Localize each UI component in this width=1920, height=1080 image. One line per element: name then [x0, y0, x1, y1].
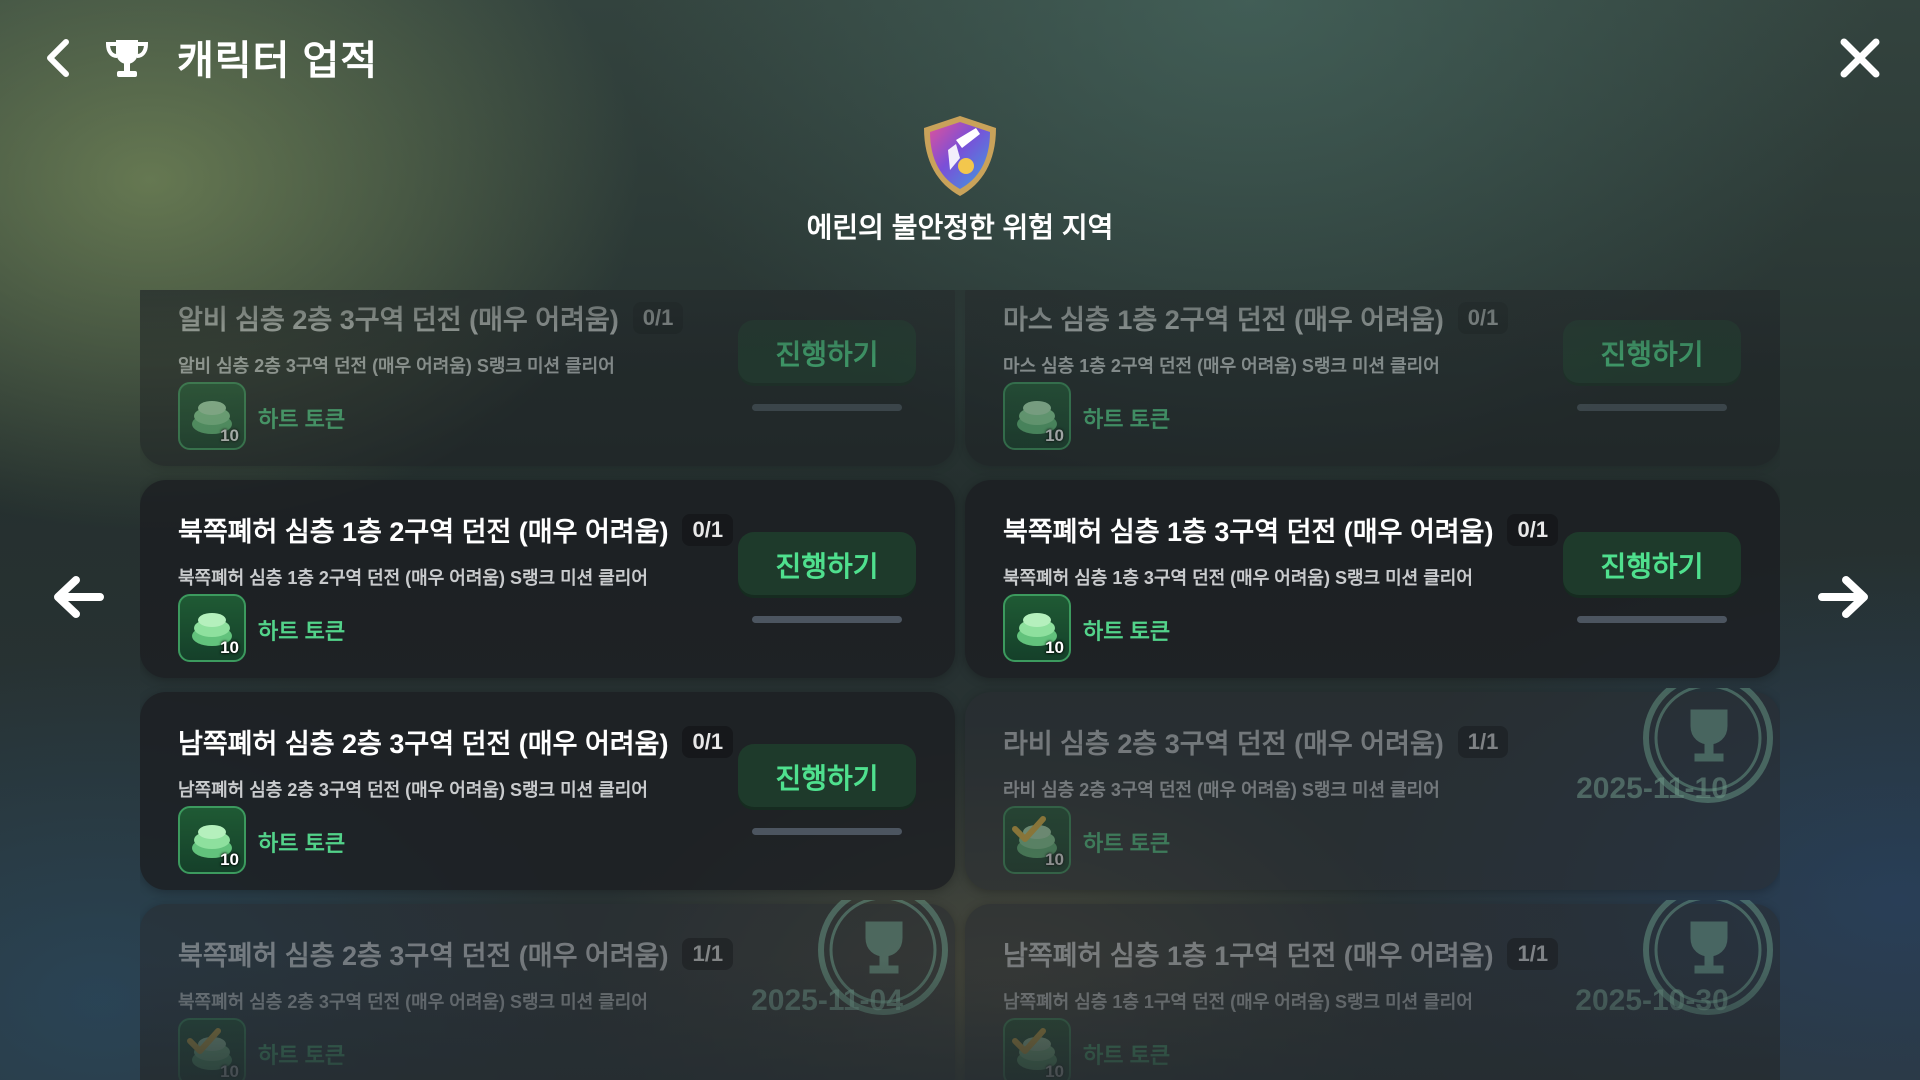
progress-bar — [1577, 616, 1727, 623]
achievement-title: 라비 심층 2층 3구역 던전 (매우 어려움) — [1003, 729, 1444, 759]
completed-stamp-icon — [818, 900, 948, 1015]
completed-date: 2025-11-10 — [1576, 772, 1728, 805]
achievement-title: 남쪽폐허 심층 2층 3구역 던전 (매우 어려움) — [178, 729, 669, 759]
heart-token-icon: 10 — [178, 382, 246, 450]
heart-token-icon: 10 — [1003, 382, 1071, 450]
achievement-title-row: 라비 심층 2층 3구역 던전 (매우 어려움) 1/1 — [1003, 722, 1509, 761]
next-page-button[interactable] — [1816, 574, 1872, 620]
achievement-desc: 북쪽폐허 심층 1층 3구역 던전 (매우 어려움) S랭크 미션 클리어 — [1003, 568, 1473, 588]
achievement-title: 북쪽폐허 심층 1층 3구역 던전 (매우 어려움) — [1003, 517, 1494, 547]
back-button[interactable] — [38, 36, 78, 80]
top-bar: 캐릭터 업적 — [0, 0, 1920, 120]
heart-token-icon: 10 — [178, 594, 246, 662]
reward-quantity: 10 — [1045, 638, 1064, 657]
reward-quantity: 10 — [220, 1062, 239, 1080]
close-button[interactable] — [1838, 36, 1882, 80]
reward-name: 하트 토큰 — [1083, 619, 1171, 644]
achievement-count: 0/1 — [682, 725, 734, 758]
completed-stamp-icon — [1643, 688, 1773, 803]
achievement-count: 0/1 — [1507, 513, 1559, 546]
reward-name: 하트 토큰 — [258, 619, 346, 644]
heart-token-icon: 10 — [1003, 1018, 1071, 1080]
achievement-count: 0/1 — [682, 513, 734, 546]
achievement-title: 마스 심층 1층 2구역 던전 (매우 어려움) — [1003, 305, 1444, 335]
heart-token-icon: 10 — [1003, 594, 1071, 662]
check-icon — [1012, 816, 1046, 842]
achievement-card-completed: 북쪽폐허 심층 2층 3구역 던전 (매우 어려움) 1/1 북쪽폐허 심층 2… — [140, 900, 955, 1080]
achievement-title-row: 마스 심층 1층 2구역 던전 (매우 어려움) 0/1 — [1003, 298, 1509, 337]
achievement-list[interactable]: 알비 심층 2층 3구역 던전 (매우 어려움) 0/1 알비 심층 2층 3구… — [140, 290, 1780, 1080]
proceed-button[interactable]: 진행하기 — [1563, 320, 1741, 386]
region-title: 에린의 불안정한 위험 지역 — [806, 212, 1114, 243]
proceed-button[interactable]: 진행하기 — [1563, 532, 1741, 598]
reward-quantity: 10 — [1045, 1062, 1064, 1080]
achievement-count: 0/1 — [632, 301, 684, 334]
reward-quantity: 10 — [220, 850, 239, 869]
heart-token-icon: 10 — [178, 1018, 246, 1080]
reward-quantity: 10 — [220, 426, 239, 445]
achievement-count: 0/1 — [1457, 301, 1509, 334]
proceed-button[interactable]: 진행하기 — [738, 532, 916, 598]
progress-bar — [752, 404, 902, 411]
achievement-title: 알비 심층 2층 3구역 던전 (매우 어려움) — [178, 305, 619, 335]
reward-quantity: 10 — [1045, 850, 1064, 869]
achievement-desc: 알비 심층 2층 3구역 던전 (매우 어려움) S랭크 미션 클리어 — [178, 356, 615, 376]
reward-quantity: 10 — [220, 638, 239, 657]
achievement-desc: 북쪽폐허 심층 1층 2구역 던전 (매우 어려움) S랭크 미션 클리어 — [178, 568, 648, 588]
reward-name: 하트 토큰 — [1083, 831, 1171, 856]
achievement-title-row: 남쪽폐허 심층 2층 3구역 던전 (매우 어려움) 0/1 — [178, 722, 734, 761]
achievement-desc: 마스 심층 1층 2구역 던전 (매우 어려움) S랭크 미션 클리어 — [1003, 356, 1440, 376]
trophy-icon — [104, 36, 150, 80]
achievement-card-completed: 남쪽폐허 심층 1층 1구역 던전 (매우 어려움) 1/1 남쪽폐허 심층 1… — [965, 900, 1780, 1080]
completed-date: 2025-11-04 — [751, 984, 903, 1017]
achievement-card: 북쪽폐허 심층 1층 3구역 던전 (매우 어려움) 0/1 북쪽폐허 심층 1… — [965, 480, 1780, 678]
achievement-title-row: 알비 심층 2층 3구역 던전 (매우 어려움) 0/1 — [178, 298, 684, 337]
prev-page-button[interactable] — [50, 574, 106, 620]
achievement-count: 1/1 — [1457, 725, 1509, 758]
achievement-title-row: 북쪽폐허 심층 1층 2구역 던전 (매우 어려움) 0/1 — [178, 510, 734, 549]
achievement-card: 남쪽폐허 심층 2층 3구역 던전 (매우 어려움) 0/1 남쪽폐허 심층 2… — [140, 692, 955, 890]
achievement-title-row: 남쪽폐허 심층 1층 1구역 던전 (매우 어려움) 1/1 — [1003, 934, 1559, 973]
close-icon — [1840, 38, 1880, 78]
reward-quantity: 10 — [1045, 426, 1064, 445]
reward-name: 하트 토큰 — [258, 407, 346, 432]
achievement-card: 마스 심층 1층 2구역 던전 (매우 어려움) 0/1 마스 심층 1층 2구… — [965, 290, 1780, 466]
achievement-desc: 남쪽폐허 심층 1층 1구역 던전 (매우 어려움) S랭크 미션 클리어 — [1003, 992, 1473, 1012]
proceed-button[interactable]: 진행하기 — [738, 320, 916, 386]
reward-name: 하트 토큰 — [1083, 1043, 1171, 1068]
chevron-left-icon — [47, 39, 69, 77]
achievement-title-row: 북쪽폐허 심층 2층 3구역 던전 (매우 어려움) 1/1 — [178, 934, 734, 973]
page-title: 캐릭터 업적 — [177, 39, 379, 83]
achievement-count: 1/1 — [682, 937, 734, 970]
arrow-left-icon — [54, 576, 104, 618]
achievement-card: 알비 심층 2층 3구역 던전 (매우 어려움) 0/1 알비 심층 2층 3구… — [140, 290, 955, 466]
check-icon — [1012, 1028, 1046, 1054]
achievement-desc: 라비 심층 2층 3구역 던전 (매우 어려움) S랭크 미션 클리어 — [1003, 780, 1440, 800]
arrow-right-icon — [1818, 576, 1868, 618]
achievement-title: 북쪽폐허 심층 1층 2구역 던전 (매우 어려움) — [178, 517, 669, 547]
achievement-title: 남쪽폐허 심층 1층 1구역 던전 (매우 어려움) — [1003, 941, 1494, 971]
reward-name: 하트 토큰 — [258, 831, 346, 856]
progress-bar — [752, 828, 902, 835]
achievement-card: 북쪽폐허 심층 1층 2구역 던전 (매우 어려움) 0/1 북쪽폐허 심층 1… — [140, 480, 955, 678]
proceed-button[interactable]: 진행하기 — [738, 744, 916, 810]
reward-name: 하트 토큰 — [258, 1043, 346, 1068]
check-icon — [187, 1028, 221, 1054]
achievement-desc: 남쪽폐허 심층 2층 3구역 던전 (매우 어려움) S랭크 미션 클리어 — [178, 780, 648, 800]
heart-token-icon: 10 — [178, 806, 246, 874]
achievement-desc: 북쪽폐허 심층 2층 3구역 던전 (매우 어려움) S랭크 미션 클리어 — [178, 992, 648, 1012]
heart-token-icon: 10 — [1003, 806, 1071, 874]
progress-bar — [752, 616, 902, 623]
achievement-count: 1/1 — [1507, 937, 1559, 970]
completed-date: 2025-10-30 — [1575, 984, 1729, 1017]
achievement-title-row: 북쪽폐허 심층 1층 3구역 던전 (매우 어려움) 0/1 — [1003, 510, 1559, 549]
reward-name: 하트 토큰 — [1083, 407, 1171, 432]
achievement-card-completed: 라비 심층 2층 3구역 던전 (매우 어려움) 1/1 라비 심층 2층 3구… — [965, 688, 1780, 890]
completed-stamp-icon — [1643, 900, 1773, 1015]
shield-emblem-icon — [920, 114, 1000, 198]
progress-bar — [1577, 404, 1727, 411]
achievement-title: 북쪽폐허 심층 2층 3구역 던전 (매우 어려움) — [178, 941, 669, 971]
